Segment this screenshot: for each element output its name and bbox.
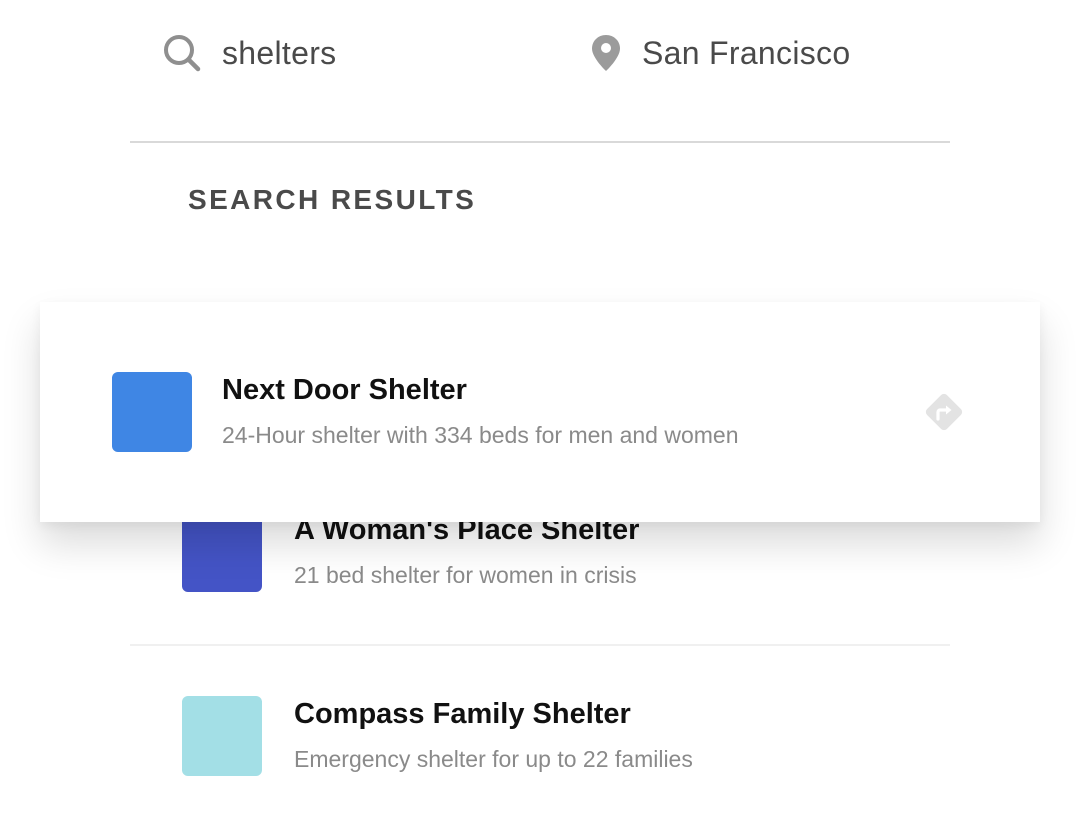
search-icon [162, 33, 202, 73]
result-item[interactable]: Compass Family Shelter Emergency shelter… [130, 644, 950, 828]
search-results-page: shelters San Francisco SEARCH RESULTS A … [0, 0, 1080, 828]
result-card-highlighted[interactable]: Next Door Shelter 24-Hour shelter with 3… [40, 302, 1040, 522]
result-title: Next Door Shelter [222, 374, 467, 406]
result-title: Compass Family Shelter [294, 698, 631, 730]
location-pin-icon [586, 33, 626, 73]
result-description: Emergency shelter for up to 22 families [294, 746, 693, 772]
results-heading: SEARCH RESULTS [188, 184, 477, 215]
result-description: 21 bed shelter for women in crisis [294, 562, 637, 588]
result-thumbnail [112, 372, 192, 452]
result-thumbnail [182, 696, 262, 776]
result-thumbnail [182, 512, 262, 592]
location-field[interactable]: San Francisco [586, 28, 850, 78]
directions-icon[interactable] [922, 390, 966, 434]
search-input[interactable]: shelters [222, 35, 336, 72]
search-query-field[interactable]: shelters [162, 28, 336, 78]
search-bar: shelters San Francisco [130, 0, 950, 143]
result-description: 24-Hour shelter with 334 beds for men an… [222, 422, 739, 448]
location-input[interactable]: San Francisco [642, 35, 850, 72]
